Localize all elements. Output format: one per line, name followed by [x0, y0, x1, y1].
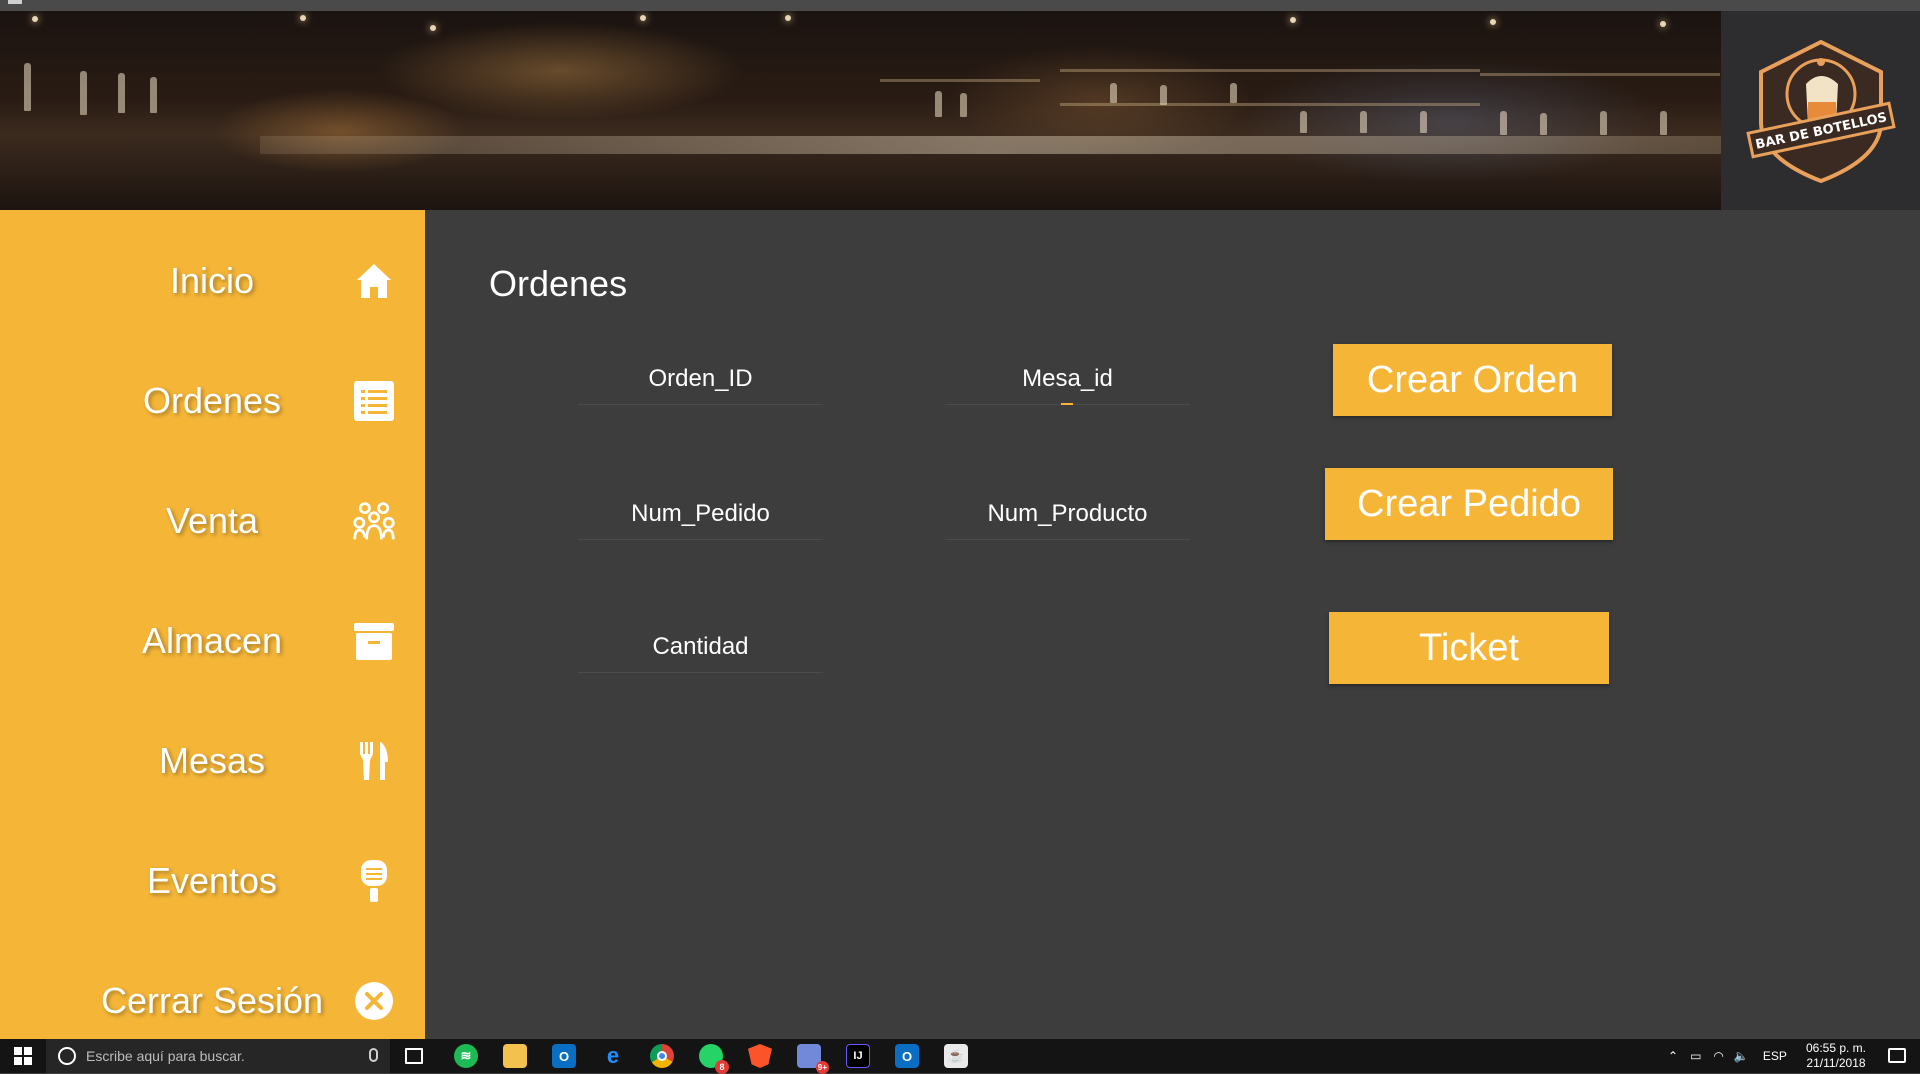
cantidad-field[interactable]: Cantidad	[578, 623, 823, 673]
home-icon	[352, 259, 396, 303]
ticket-button[interactable]: Ticket	[1329, 612, 1609, 684]
page-title: Ordenes	[489, 263, 628, 304]
volume-icon[interactable]: 🔈	[1734, 1049, 1749, 1063]
sidebar-item-venta[interactable]: Venta	[0, 476, 425, 566]
wifi-icon[interactable]: ◠	[1713, 1049, 1723, 1063]
task-view-icon[interactable]	[405, 1048, 423, 1064]
sidebar-item-eventos[interactable]: Eventos	[0, 836, 425, 926]
language-indicator[interactable]: ESP	[1763, 1049, 1787, 1063]
taskbar-clock[interactable]: 06:55 p. m. 21/11/2018	[1798, 1041, 1874, 1071]
bar-logo: BAR DE BOTELLOS	[1721, 11, 1920, 210]
sidebar-item-inicio[interactable]: Inicio	[0, 236, 425, 326]
clock-date: 21/11/2018	[1806, 1056, 1866, 1070]
brave-icon[interactable]	[748, 1044, 772, 1068]
intellij-icon[interactable]: IJ	[846, 1044, 870, 1068]
microphone-icon	[352, 859, 396, 903]
notifications-icon[interactable]	[1888, 1048, 1906, 1063]
list-icon	[352, 379, 396, 423]
sidebar-item-ordenes[interactable]: Ordenes	[0, 356, 425, 446]
discord-icon[interactable]: 9+	[797, 1044, 829, 1074]
mesa-id-placeholder: Mesa_id	[1022, 365, 1113, 392]
discord-badge: 9+	[815, 1061, 829, 1074]
input-focus-indicator	[1061, 403, 1073, 405]
num-pedido-placeholder: Num_Pedido	[631, 500, 770, 527]
main-panel: Ordenes Orden_ID Mesa_id Num_Pedido Num_…	[425, 210, 1920, 1039]
archive-icon	[352, 619, 396, 663]
whatsapp-badge: 8	[715, 1060, 729, 1074]
group-icon	[352, 499, 396, 543]
windows-taskbar: Escribe aquí para buscar. ≋ O e 8 9+ IJ …	[0, 1039, 1920, 1074]
mesa-id-field[interactable]: Mesa_id	[945, 355, 1190, 405]
orden-id-field[interactable]: Orden_ID	[578, 355, 823, 405]
num-pedido-field[interactable]: Num_Pedido	[578, 490, 823, 540]
cantidad-placeholder: Cantidad	[652, 633, 749, 660]
crear-pedido-button[interactable]: Crear Pedido	[1325, 468, 1613, 540]
window-top-strip	[0, 0, 1920, 11]
sidebar-item-mesas[interactable]: Mesas	[0, 716, 425, 806]
spotify-icon[interactable]: ≋	[454, 1044, 478, 1068]
file-explorer-icon[interactable]	[503, 1044, 527, 1068]
sidebar-nav: Inicio Ordenes Venta Almacen Mesas Event…	[0, 210, 425, 1039]
crear-orden-button[interactable]: Crear Orden	[1333, 344, 1612, 416]
chevron-up-icon[interactable]: ⌃	[1668, 1049, 1678, 1063]
fork-knife-icon	[352, 739, 396, 783]
java-icon[interactable]: ☕	[944, 1044, 968, 1068]
sidebar-item-almacen[interactable]: Almacen	[0, 596, 425, 686]
whatsapp-icon[interactable]: 8	[699, 1044, 729, 1074]
search-placeholder: Escribe aquí para buscar.	[86, 1048, 245, 1064]
outlook-icon[interactable]: O	[895, 1044, 919, 1068]
edge-icon[interactable]: e	[601, 1043, 625, 1068]
header-banner-image	[0, 11, 1721, 210]
sidebar-item-cerrar-sesion[interactable]: Cerrar Sesión	[0, 956, 425, 1039]
outlook-icon[interactable]: O	[552, 1044, 576, 1068]
windows-icon	[14, 1047, 32, 1065]
clock-time: 06:55 p. m.	[1805, 1041, 1867, 1055]
chrome-icon[interactable]	[650, 1044, 674, 1068]
orden-id-placeholder: Orden_ID	[648, 365, 753, 392]
microphone-icon[interactable]	[369, 1048, 378, 1062]
num-producto-placeholder: Num_Producto	[987, 500, 1148, 527]
num-producto-field[interactable]: Num_Producto	[945, 490, 1190, 540]
cortana-icon[interactable]	[58, 1047, 76, 1065]
taskbar-search-box[interactable]: Escribe aquí para buscar.	[46, 1039, 390, 1073]
system-tray: ⌃ ▭ ◠ 🔈 ESP	[1668, 1039, 1787, 1073]
battery-icon[interactable]: ▭	[1690, 1049, 1701, 1063]
window-control[interactable]	[8, 0, 22, 4]
close-circle-icon	[352, 979, 396, 1023]
start-button[interactable]	[0, 1039, 46, 1073]
